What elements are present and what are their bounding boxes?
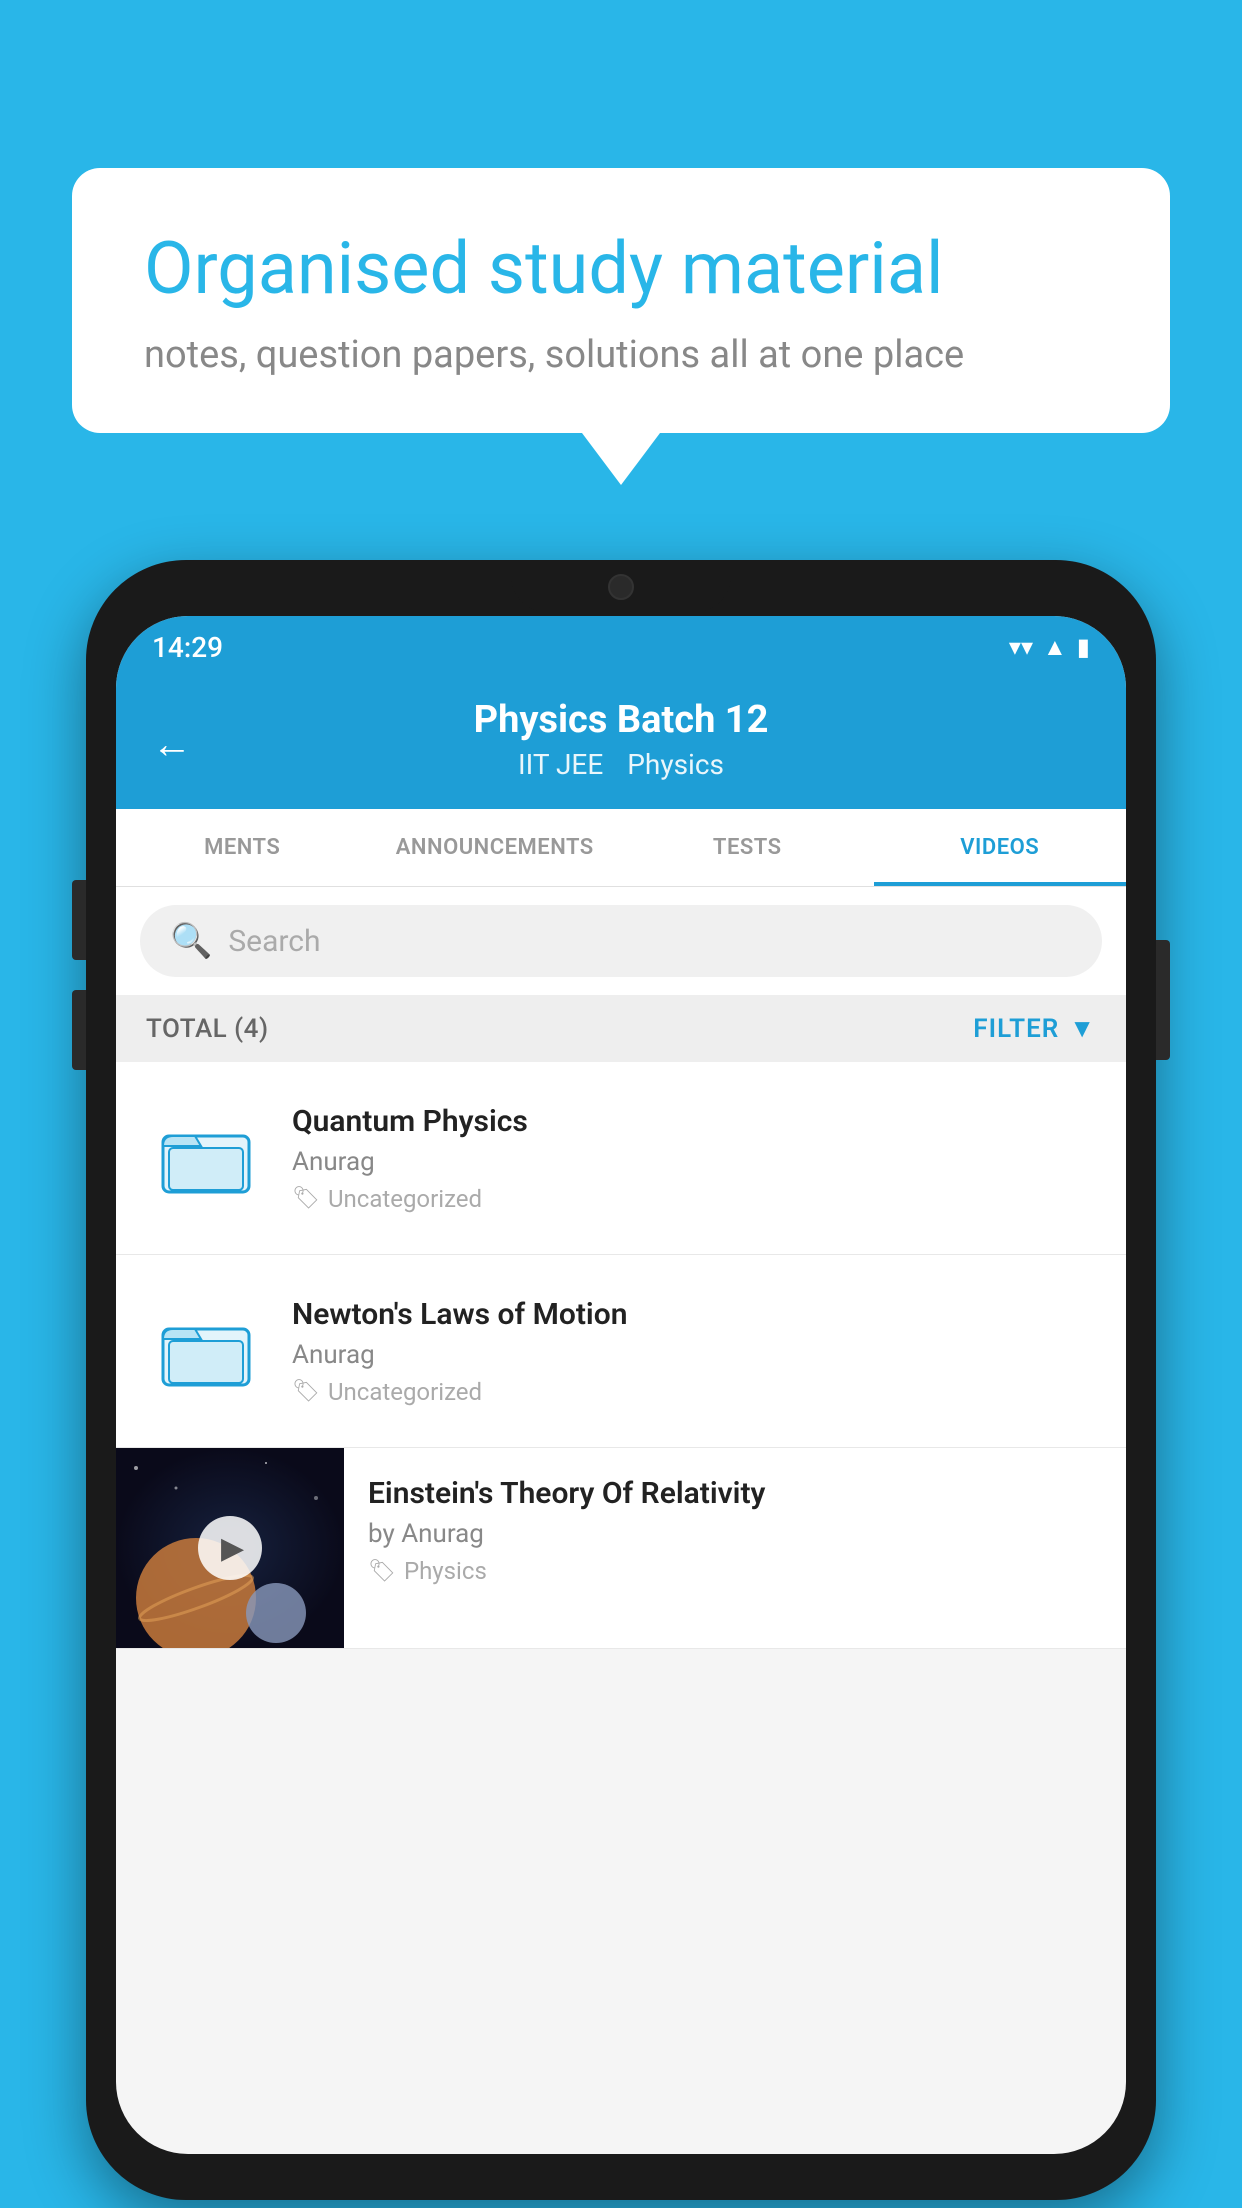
- status-time: 14:29: [152, 631, 223, 664]
- phone-notch: [511, 560, 731, 612]
- wifi-icon: ▾▾: [1009, 633, 1033, 661]
- header-tags: IIT JEE Physics: [156, 748, 1086, 781]
- power-button[interactable]: [1156, 940, 1170, 1060]
- video-tag: 🏷 Uncategorized: [292, 1378, 1096, 1406]
- status-icons: ▾▾ ▲ ▮: [1009, 633, 1090, 662]
- bubble-title: Organised study material: [144, 228, 1098, 311]
- video-info: Newton's Laws of Motion Anurag 🏷 Uncateg…: [292, 1297, 1096, 1406]
- tab-tests[interactable]: TESTS: [621, 809, 874, 886]
- folder-thumbnail: [146, 1291, 266, 1411]
- front-camera: [608, 574, 634, 600]
- tab-announcements[interactable]: ANNOUNCEMENTS: [369, 809, 622, 886]
- battery-icon: ▮: [1077, 633, 1090, 661]
- filter-button[interactable]: FILTER ▼: [973, 1013, 1096, 1044]
- tab-ments[interactable]: MENTS: [116, 809, 369, 886]
- tag-icon: 🏷: [292, 1186, 320, 1211]
- filter-bar: TOTAL (4) FILTER ▼: [116, 995, 1126, 1062]
- search-container: 🔍 Search: [116, 887, 1126, 995]
- video-author: by Anurag: [368, 1519, 1102, 1549]
- tab-videos[interactable]: VIDEOS: [874, 809, 1127, 886]
- header-tag-iitjee: IIT JEE: [518, 748, 603, 781]
- search-bar[interactable]: 🔍 Search: [140, 905, 1102, 977]
- search-icon: 🔍: [170, 921, 212, 961]
- video-list: Quantum Physics Anurag 🏷 Uncategorized: [116, 1062, 1126, 1649]
- video-author: Anurag: [292, 1340, 1096, 1370]
- volume-up-button[interactable]: [72, 880, 86, 960]
- signal-icon: ▲: [1043, 633, 1067, 662]
- status-bar: 14:29 ▾▾ ▲ ▮: [116, 616, 1126, 678]
- filter-label: FILTER: [973, 1014, 1059, 1044]
- back-button[interactable]: ←: [152, 720, 192, 767]
- bubble-subtitle: notes, question papers, solutions all at…: [144, 333, 1098, 377]
- phone-frame: 14:29 ▾▾ ▲ ▮ ← Physics Batch 12 IIT JEE …: [86, 560, 1156, 2200]
- video-info: Quantum Physics Anurag 🏷 Uncategorized: [292, 1104, 1096, 1213]
- speech-bubble: Organised study material notes, question…: [72, 168, 1170, 433]
- play-icon: ▶: [221, 1531, 244, 1566]
- total-count: TOTAL (4): [146, 1014, 269, 1044]
- video-tag: 🏷 Uncategorized: [292, 1185, 1096, 1213]
- list-item[interactable]: Newton's Laws of Motion Anurag 🏷 Uncateg…: [116, 1255, 1126, 1448]
- video-title: Einstein's Theory Of Relativity: [368, 1476, 1102, 1511]
- app-header: ← Physics Batch 12 IIT JEE Physics: [116, 678, 1126, 809]
- video-tag: 🏷 Physics: [368, 1557, 1102, 1585]
- video-title: Quantum Physics: [292, 1104, 1096, 1139]
- video-author: Anurag: [292, 1147, 1096, 1177]
- tag-icon: 🏷: [292, 1379, 320, 1404]
- play-button[interactable]: ▶: [198, 1516, 262, 1580]
- tab-bar: MENTS ANNOUNCEMENTS TESTS VIDEOS: [116, 809, 1126, 887]
- list-item[interactable]: ▶ Einstein's Theory Of Relativity by Anu…: [116, 1448, 1126, 1649]
- tag-icon: 🏷: [368, 1559, 396, 1584]
- video-thumbnail-image: ▶: [116, 1448, 344, 1648]
- folder-thumbnail: [146, 1098, 266, 1218]
- search-input[interactable]: Search: [228, 924, 320, 959]
- folder-icon: [161, 1306, 251, 1396]
- video-info: Einstein's Theory Of Relativity by Anura…: [344, 1448, 1126, 1613]
- header-tag-physics: Physics: [627, 748, 724, 781]
- phone-screen: 14:29 ▾▾ ▲ ▮ ← Physics Batch 12 IIT JEE …: [116, 616, 1126, 2154]
- filter-icon: ▼: [1069, 1013, 1096, 1044]
- list-item[interactable]: Quantum Physics Anurag 🏷 Uncategorized: [116, 1062, 1126, 1255]
- volume-down-button[interactable]: [72, 990, 86, 1070]
- video-title: Newton's Laws of Motion: [292, 1297, 1096, 1332]
- folder-icon: [161, 1113, 251, 1203]
- header-title: Physics Batch 12: [156, 698, 1086, 742]
